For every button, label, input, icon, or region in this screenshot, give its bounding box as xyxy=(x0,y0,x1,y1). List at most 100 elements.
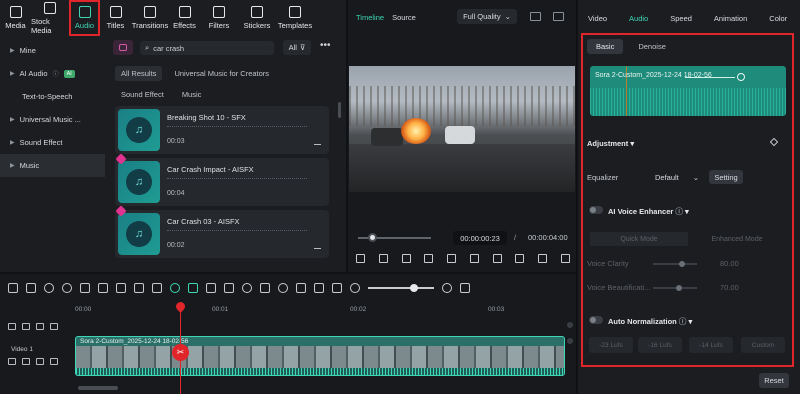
tab-audio[interactable]: Audio xyxy=(629,14,648,23)
more-options-icon[interactable]: ••• xyxy=(320,40,331,51)
timeline-scrollbar[interactable] xyxy=(78,386,118,390)
ai-tools-icon[interactable] xyxy=(188,283,198,293)
mark-in-icon[interactable] xyxy=(447,254,457,263)
grid-view-icon[interactable] xyxy=(530,12,541,21)
snapshot-view-icon[interactable] xyxy=(553,12,564,21)
toolbar-templates[interactable]: Templates xyxy=(276,0,314,36)
toolbar-filters[interactable]: Filters xyxy=(200,0,238,36)
snapshot-icon[interactable] xyxy=(332,283,342,293)
timeline-ruler[interactable]: 00:00 00:01 00:02 00:03 xyxy=(75,302,565,314)
mode-enhanced[interactable]: Enhanced Mode xyxy=(688,232,786,246)
toolbar-titles[interactable]: Titles xyxy=(100,0,131,36)
chip-music[interactable]: Music xyxy=(176,87,208,102)
camera-icon[interactable] xyxy=(515,254,525,263)
zoom-out-icon[interactable] xyxy=(350,283,360,293)
mode-quick[interactable]: Quick Mode xyxy=(590,232,688,246)
equalizer-dropdown[interactable]: Default ⌄ xyxy=(651,170,703,184)
grid-icon[interactable] xyxy=(460,283,470,293)
microphone-icon[interactable] xyxy=(278,283,288,293)
auto-normalization-toggle[interactable] xyxy=(589,316,603,324)
ai-voice-enhancer-toggle[interactable] xyxy=(589,206,603,214)
lock-icon[interactable] xyxy=(36,358,44,365)
motion-icon[interactable] xyxy=(224,283,234,293)
tab-basic[interactable]: Basic xyxy=(587,39,624,54)
voice-clarity-knob[interactable] xyxy=(679,261,685,267)
playback-progress-knob[interactable] xyxy=(368,233,377,242)
voice-clarity-slider[interactable] xyxy=(653,263,697,265)
tab-source[interactable]: Source xyxy=(392,13,416,22)
link-icon[interactable] xyxy=(36,323,44,330)
voice-beautification-knob[interactable] xyxy=(676,285,682,291)
volume-icon[interactable] xyxy=(538,254,548,263)
download-icon[interactable] xyxy=(314,241,321,249)
sidebar-item-sound-effect[interactable]: ▶ Sound Effect xyxy=(0,131,105,154)
volume-knob[interactable] xyxy=(737,73,745,81)
zoom-in-icon[interactable] xyxy=(442,283,452,293)
delete-icon[interactable] xyxy=(80,283,90,293)
toolbar-effects[interactable]: Effects xyxy=(169,0,200,36)
sidebar-item-ai-audio[interactable]: ▶ AI Audio ⓘ AI xyxy=(0,62,105,85)
scissors-icon[interactable]: ✂ xyxy=(172,344,189,361)
select-tool-icon[interactable] xyxy=(26,283,36,293)
audio-card[interactable]: ♫ Car Crash 03 - AISFX 00:02 xyxy=(115,205,329,258)
step-back-icon[interactable] xyxy=(378,254,388,263)
download-icon[interactable] xyxy=(314,137,321,145)
chip-universal-music[interactable]: Universal Music for Creators xyxy=(168,66,275,81)
tab-animation[interactable]: Animation xyxy=(714,14,747,23)
sidebar-item-music[interactable]: ▶ Music xyxy=(0,154,105,177)
tab-video[interactable]: Video xyxy=(588,14,607,23)
text-icon[interactable] xyxy=(134,283,144,293)
toolbar-audio[interactable]: Audio xyxy=(69,0,100,36)
eye-icon[interactable] xyxy=(50,358,58,365)
add-marker-icon[interactable] xyxy=(206,283,216,293)
library-scrollbar[interactable] xyxy=(338,102,341,118)
sidebar-item-universal-music[interactable]: ▶ Universal Music ... xyxy=(0,108,105,131)
volume-icon[interactable] xyxy=(22,358,30,365)
audio-mixer-icon[interactable] xyxy=(296,283,306,293)
voice-beautification-slider[interactable] xyxy=(653,287,697,289)
toolbar-stock-media[interactable]: Stock Media xyxy=(31,0,69,36)
filter-dropdown[interactable]: All ⊽ xyxy=(283,40,311,55)
audio-card[interactable]: ♫ Car Crash Impact - AISFX 00:04 xyxy=(115,153,329,206)
quality-dropdown[interactable]: Full Quality ⌄ xyxy=(457,9,517,24)
speed-icon[interactable] xyxy=(242,283,252,293)
lufs-23-button[interactable]: -23 Lufs xyxy=(589,337,633,353)
track-settings-icon[interactable] xyxy=(8,358,16,365)
ai-companion-icon[interactable] xyxy=(170,283,180,293)
eye-icon[interactable] xyxy=(50,323,58,330)
toolbar-stickers[interactable]: Stickers xyxy=(238,0,276,36)
crop-icon[interactable] xyxy=(116,283,126,293)
mark-out-icon[interactable] xyxy=(469,254,479,263)
adjustment-header[interactable]: Adjustment ▾ xyxy=(587,139,634,148)
favorites-button[interactable] xyxy=(113,40,133,55)
lufs-14-button[interactable]: -14 Lufs xyxy=(689,337,733,353)
video-clip[interactable]: Sora 2-Custom_2025-12-24 18-02-56 xyxy=(75,336,565,376)
pip-icon[interactable] xyxy=(314,283,324,293)
chip-sound-effect[interactable]: Sound Effect xyxy=(115,87,170,102)
lufs-custom-button[interactable]: Custom xyxy=(741,337,785,353)
redo-icon[interactable] xyxy=(62,283,72,293)
tab-color[interactable]: Color xyxy=(769,14,787,23)
sidebar-item-text-to-speech[interactable]: Text-to-Speech xyxy=(0,85,105,108)
layout-icon[interactable] xyxy=(8,283,18,293)
reset-button[interactable]: Reset xyxy=(759,373,789,388)
tab-denoise[interactable]: Denoise xyxy=(629,39,675,54)
add-track-icon[interactable] xyxy=(8,323,16,330)
tab-timeline[interactable]: Timeline xyxy=(356,13,384,22)
toolbar-transitions[interactable]: Transitions xyxy=(131,0,169,36)
audio-waveform-preview[interactable]: Sora 2-Custom_2025-12-24 18-02-56 xyxy=(590,66,786,116)
equalizer-setting-button[interactable]: Setting xyxy=(709,170,743,184)
search-input[interactable]: ⌕ car crash xyxy=(140,41,274,55)
stop-icon[interactable] xyxy=(424,254,434,263)
tab-speed[interactable]: Speed xyxy=(670,14,692,23)
toolbar-media[interactable]: Media xyxy=(0,0,31,36)
lufs-16-button[interactable]: -16 Lufs xyxy=(638,337,682,353)
zoom-knob[interactable] xyxy=(410,284,418,292)
sidebar-item-mine[interactable]: ▶ Mine xyxy=(0,39,105,62)
more-tools-icon[interactable] xyxy=(152,283,162,293)
audio-card[interactable]: ♫ Breaking Shot 10 - SFX 00:03 xyxy=(115,106,329,154)
shield-icon[interactable] xyxy=(260,283,270,293)
render-settings-icon[interactable] xyxy=(492,254,502,263)
split-icon[interactable] xyxy=(98,283,108,293)
zoom-slider[interactable] xyxy=(368,284,434,292)
